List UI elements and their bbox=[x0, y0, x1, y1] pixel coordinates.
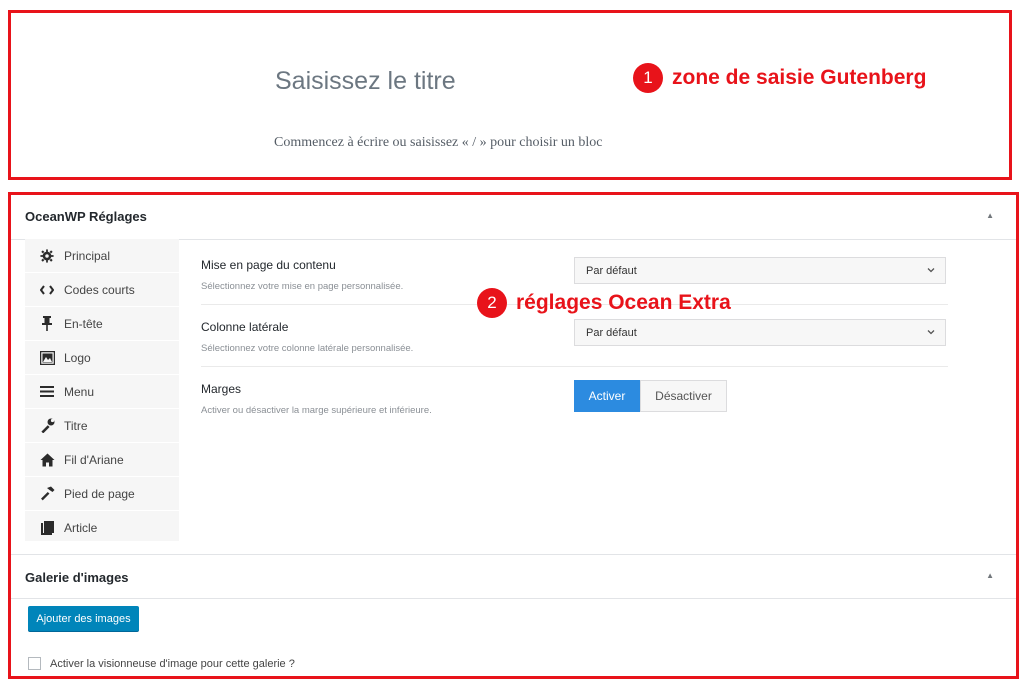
gutenberg-editor-zone: Saisissez le titre Commencez à écrire ou… bbox=[8, 10, 1012, 180]
content-layout-select[interactable]: Par défaut bbox=[574, 257, 946, 284]
annotation-1: 1 zone de saisie Gutenberg bbox=[633, 63, 926, 93]
tab-logo[interactable]: Logo bbox=[25, 341, 179, 375]
select-value: Par défaut bbox=[586, 326, 637, 339]
sidebar-label: Colonne latérale bbox=[201, 320, 289, 334]
chevron-down-icon bbox=[927, 330, 935, 335]
enable-button[interactable]: Activer bbox=[574, 380, 640, 412]
tab-label: Article bbox=[64, 520, 98, 535]
wrench-icon bbox=[39, 418, 55, 434]
menu-icon bbox=[39, 384, 55, 400]
annotation-number: 2 bbox=[477, 288, 507, 318]
tab-fil-ariane[interactable]: Fil d'Ariane bbox=[25, 443, 179, 477]
content-layout-label: Mise en page du contenu bbox=[201, 258, 336, 272]
margins-description: Activer ou désactiver la marge supérieur… bbox=[201, 405, 432, 416]
tab-label: Titre bbox=[64, 418, 88, 433]
lightbox-option: Activer la visionneuse d'image pour cett… bbox=[28, 657, 295, 670]
oceanwp-settings-title: OceanWP Réglages bbox=[25, 209, 147, 224]
oceanwp-settings-zone: OceanWP Réglages ▲ Principal Codes court… bbox=[8, 192, 1019, 679]
settings-tabs: Principal Codes courts En-tête Logo Menu bbox=[25, 239, 179, 545]
annotation-label: réglages Ocean Extra bbox=[516, 291, 731, 314]
select-value: Par défaut bbox=[586, 264, 637, 277]
tab-label: Codes courts bbox=[64, 282, 135, 297]
lightbox-label: Activer la visionneuse d'image pour cett… bbox=[50, 657, 295, 670]
tab-pied-de-page[interactable]: Pied de page bbox=[25, 477, 179, 511]
image-icon bbox=[39, 350, 55, 366]
disable-button[interactable]: Désactiver bbox=[640, 380, 727, 412]
oceanwp-settings-header[interactable]: OceanWP Réglages ▲ bbox=[11, 195, 1016, 240]
gear-icon bbox=[39, 248, 55, 264]
add-images-button[interactable]: Ajouter des images bbox=[28, 606, 139, 631]
sidebar-description: Sélectionnez votre colonne latérale pers… bbox=[201, 343, 414, 354]
tab-titre[interactable]: Titre bbox=[25, 409, 179, 443]
annotation-2: 2 réglages Ocean Extra bbox=[477, 288, 731, 318]
collapse-arrow-icon[interactable]: ▲ bbox=[986, 571, 994, 580]
annotation-label: zone de saisie Gutenberg bbox=[672, 66, 927, 89]
tab-label: Logo bbox=[64, 350, 91, 365]
pin-icon bbox=[39, 316, 55, 332]
tab-label: En-tête bbox=[64, 316, 103, 331]
tab-principal[interactable]: Principal bbox=[25, 239, 179, 273]
margins-label: Marges bbox=[201, 382, 242, 396]
tab-en-tete[interactable]: En-tête bbox=[25, 307, 179, 341]
content-layout-description: Sélectionnez votre mise en page personna… bbox=[201, 281, 404, 292]
margins-toggle: Activer Désactiver bbox=[574, 380, 727, 412]
tab-label: Fil d'Ariane bbox=[64, 452, 124, 467]
tab-menu[interactable]: Menu bbox=[25, 375, 179, 409]
post-title-input[interactable]: Saisissez le titre bbox=[275, 67, 456, 96]
block-placeholder[interactable]: Commencez à écrire ou saisissez « / » po… bbox=[274, 135, 603, 151]
tab-label: Menu bbox=[64, 384, 95, 399]
tab-codes-courts[interactable]: Codes courts bbox=[25, 273, 179, 307]
chevron-down-icon bbox=[927, 268, 935, 273]
sidebar-select[interactable]: Par défaut bbox=[574, 319, 946, 346]
tab-label: Principal bbox=[64, 248, 111, 263]
book-icon bbox=[39, 520, 55, 536]
gallery-title: Galerie d'images bbox=[25, 570, 129, 585]
hammer-icon bbox=[39, 486, 55, 502]
divider bbox=[201, 366, 948, 367]
tab-label: Pied de page bbox=[64, 486, 135, 501]
collapse-arrow-icon[interactable]: ▲ bbox=[986, 211, 994, 220]
annotation-number: 1 bbox=[633, 63, 663, 93]
home-icon bbox=[39, 452, 55, 468]
tab-article[interactable]: Article bbox=[25, 511, 179, 545]
gallery-header[interactable]: Galerie d'images ▲ bbox=[11, 554, 1016, 599]
lightbox-checkbox[interactable] bbox=[28, 657, 41, 670]
code-icon bbox=[39, 282, 55, 298]
